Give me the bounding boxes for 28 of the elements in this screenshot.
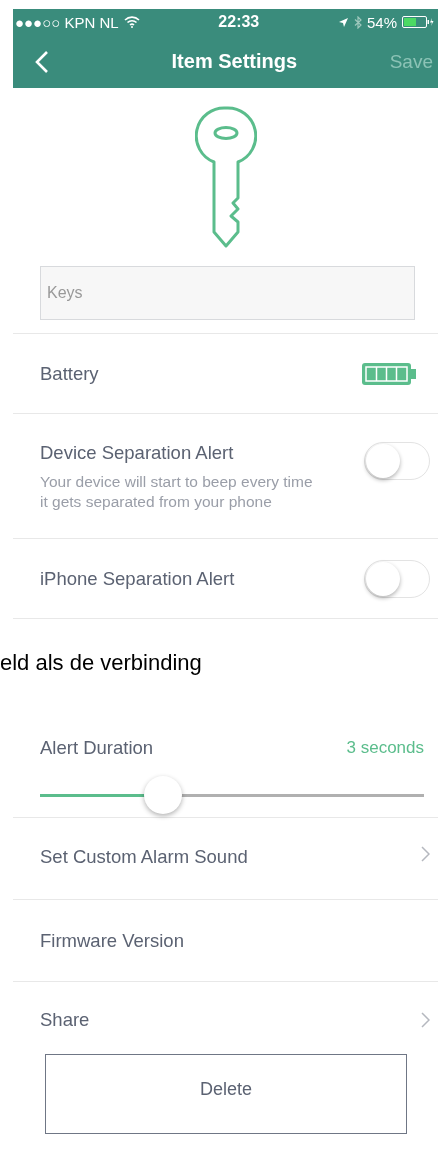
- setting-description: Your device will start to beep every time it gets separated from your phone: [40, 472, 314, 512]
- setting-label: Share: [40, 1009, 90, 1031]
- chevron-icon: [421, 846, 430, 862]
- toggle-switch[interactable]: [364, 559, 430, 598]
- battery-percent: 54%: [366, 13, 397, 31]
- setting-label: Firmware Version: [40, 929, 184, 952]
- settings-row[interactable]: Share: [13, 982, 438, 1042]
- setting-label: Alert Duration: [40, 737, 154, 759]
- battery-full-icon: [362, 362, 416, 385]
- setting-label: Battery: [40, 362, 99, 385]
- chevron-icon: [421, 1012, 430, 1028]
- carrier-label: ●●●○○ KPN NL: [15, 13, 119, 31]
- location-icon: [337, 16, 349, 28]
- setting-label: iPhone Separation Alert: [40, 567, 235, 590]
- key-icon: [194, 106, 257, 248]
- wifi-icon: [123, 16, 140, 28]
- back-icon[interactable]: [35, 49, 49, 74]
- toggle-switch[interactable]: [364, 442, 430, 480]
- setting-label: Set Custom Alarm Sound: [40, 846, 248, 868]
- duration-reading: 3 seconds: [346, 738, 424, 758]
- battery-icon: [402, 16, 434, 28]
- bluetooth-icon: [353, 15, 362, 29]
- setting-label: Device Separation Alert: [40, 442, 235, 464]
- overlay-text: eld als de verbinding: [0, 649, 203, 677]
- screen-title: Item Settings: [171, 50, 298, 73]
- settings-row[interactable]: Set Custom Alarm Sound: [13, 818, 438, 900]
- clock-label: 22:33: [218, 13, 260, 31]
- delete-button[interactable]: Delete: [45, 1054, 407, 1134]
